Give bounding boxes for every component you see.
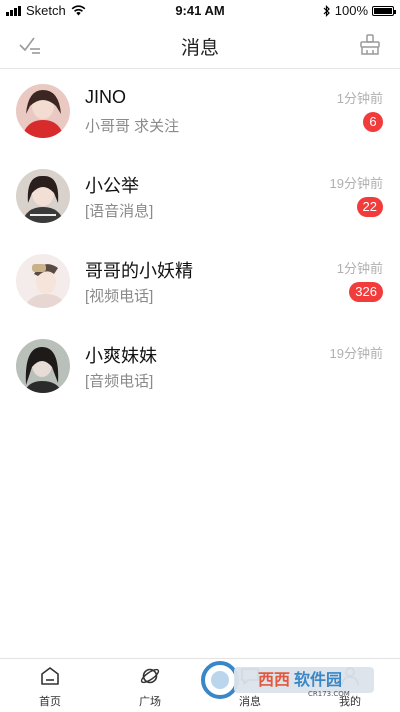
chat-name: 小爽妹妹 bbox=[85, 346, 157, 366]
chat-time: 19分钟前 bbox=[329, 176, 383, 191]
svg-text:西西: 西西 bbox=[258, 670, 290, 689]
chat-name: JINO bbox=[85, 87, 127, 107]
battery-percent: 100% bbox=[334, 3, 368, 18]
battery-icon bbox=[372, 5, 396, 16]
avatar[interactable] bbox=[16, 169, 70, 223]
status-right: 100% bbox=[323, 3, 396, 18]
tab-label: 广场 bbox=[139, 696, 161, 708]
tab-square[interactable]: 广场 bbox=[100, 659, 200, 712]
page-title: 消息 bbox=[180, 38, 219, 59]
planet-icon bbox=[139, 665, 161, 687]
chat-item[interactable]: 小公举 [语音消息] 19分钟前 22 bbox=[0, 154, 400, 239]
chat-item[interactable]: 哥哥的小妖精 [视频电话] 1分钟前 326 bbox=[0, 239, 400, 324]
status-bar: Sketch 9:41 AM 100% bbox=[0, 0, 400, 20]
watermark-logo: 西西 软件园 CR173.COM bbox=[200, 660, 380, 700]
svg-text:CR173.COM: CR173.COM bbox=[308, 690, 350, 698]
chat-item[interactable]: 小爽妹妹 [音频电话] 19分钟前 bbox=[0, 324, 400, 409]
chat-list: JINO 小哥哥 求关注 1分钟前 6 小公举 [语音消息] 19分钟前 22 bbox=[0, 69, 400, 409]
clean-broom-icon[interactable] bbox=[358, 33, 382, 57]
chat-name: 小公举 bbox=[85, 176, 139, 196]
svg-text:软件园: 软件园 bbox=[294, 670, 342, 689]
chat-preview: 小哥哥 求关注 bbox=[85, 118, 180, 135]
avatar[interactable] bbox=[16, 254, 70, 308]
tab-home[interactable]: 首页 bbox=[0, 659, 100, 712]
chat-time: 1分钟前 bbox=[336, 91, 383, 106]
chat-time: 19分钟前 bbox=[329, 346, 383, 361]
tab-label: 首页 bbox=[39, 696, 61, 708]
unread-badge: 326 bbox=[349, 282, 383, 302]
unread-badge: 6 bbox=[363, 112, 383, 132]
chat-item[interactable]: JINO 小哥哥 求关注 1分钟前 6 bbox=[0, 69, 400, 154]
chat-name: 哥哥的小妖精 bbox=[85, 261, 193, 281]
chat-time: 1分钟前 bbox=[336, 261, 383, 276]
chat-preview: [视频电话] bbox=[85, 288, 154, 305]
unread-badge: 22 bbox=[356, 197, 383, 217]
nav-bar: 消息 bbox=[0, 20, 400, 69]
bluetooth-icon bbox=[323, 4, 330, 17]
home-icon bbox=[39, 665, 61, 687]
avatar[interactable] bbox=[16, 84, 70, 138]
chat-preview: [音频电话] bbox=[85, 373, 154, 390]
chat-preview: [语音消息] bbox=[85, 203, 154, 220]
avatar[interactable] bbox=[16, 339, 70, 393]
